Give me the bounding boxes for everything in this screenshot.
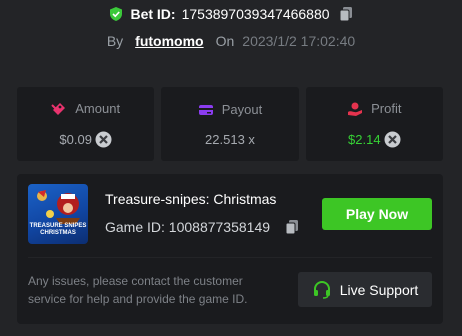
stat-amount: Amount $0.09 bbox=[17, 87, 155, 161]
headset-icon bbox=[312, 280, 332, 300]
game-title: Treasure-snipes: Christmas bbox=[105, 191, 277, 207]
stat-profit-header: Profit bbox=[347, 101, 401, 117]
payout-icon bbox=[198, 102, 214, 118]
game-card: TREASURE SNIPES CHRISTMAS Treasure-snipe… bbox=[17, 174, 443, 324]
bet-id-label: Bet ID: bbox=[130, 6, 176, 22]
coin-icon bbox=[384, 131, 401, 148]
copy-bet-id-icon[interactable] bbox=[338, 6, 354, 22]
bet-author-row: By futomomo On 2023/1/2 17:02:40 bbox=[0, 33, 462, 49]
bet-id-value: 1753897039347466880 bbox=[181, 6, 330, 22]
stat-amount-value-row: $0.09 bbox=[59, 131, 112, 148]
help-text: Any issues, please contact the customer … bbox=[28, 274, 248, 306]
verified-shield-icon bbox=[108, 6, 124, 22]
stat-amount-value: $0.09 bbox=[59, 131, 92, 147]
copy-game-id-icon[interactable] bbox=[284, 219, 300, 235]
coin-icon bbox=[95, 131, 112, 148]
stat-profit-value-row: $2.14 bbox=[348, 131, 401, 148]
card-divider bbox=[28, 257, 432, 258]
amount-icon bbox=[51, 101, 67, 117]
bet-timestamp: 2023/1/2 17:02:40 bbox=[242, 33, 356, 49]
stat-amount-header: Amount bbox=[51, 101, 120, 117]
play-now-button[interactable]: Play Now bbox=[322, 198, 432, 230]
bet-stats: Amount $0.09 Payout 22.513 x Profit $2.1… bbox=[17, 87, 443, 161]
live-support-label: Live Support bbox=[339, 281, 419, 298]
username-link[interactable]: futomomo bbox=[135, 33, 203, 49]
stat-amount-label: Amount bbox=[75, 101, 121, 116]
on-label: On bbox=[215, 33, 235, 49]
stat-payout-header: Payout bbox=[198, 102, 262, 118]
by-label: By bbox=[106, 33, 124, 49]
stat-payout-label: Payout bbox=[221, 102, 263, 117]
live-support-button[interactable]: Live Support bbox=[298, 272, 432, 307]
stat-payout-value-row: 22.513 x bbox=[205, 132, 255, 147]
game-id-value: 1008877358149 bbox=[168, 219, 271, 235]
game-id-text: Game ID: 1008877358149 bbox=[105, 219, 270, 235]
stat-profit-value: $2.14 bbox=[348, 131, 381, 147]
game-id-row: Game ID: 1008877358149 bbox=[105, 219, 300, 235]
game-id-label: Game ID: bbox=[105, 219, 165, 235]
game-thumbnail[interactable]: TREASURE SNIPES CHRISTMAS bbox=[28, 184, 88, 244]
stat-profit: Profit $2.14 bbox=[305, 87, 443, 161]
profit-icon bbox=[347, 101, 363, 117]
game-thumbnail-text: TREASURE SNIPES CHRISTMAS bbox=[29, 223, 87, 236]
bet-id-row: Bet ID: 1753897039347466880 bbox=[0, 6, 462, 22]
stat-payout-value: 22.513 x bbox=[205, 131, 255, 147]
stat-profit-label: Profit bbox=[371, 101, 402, 116]
stat-payout: Payout 22.513 x bbox=[161, 87, 299, 161]
